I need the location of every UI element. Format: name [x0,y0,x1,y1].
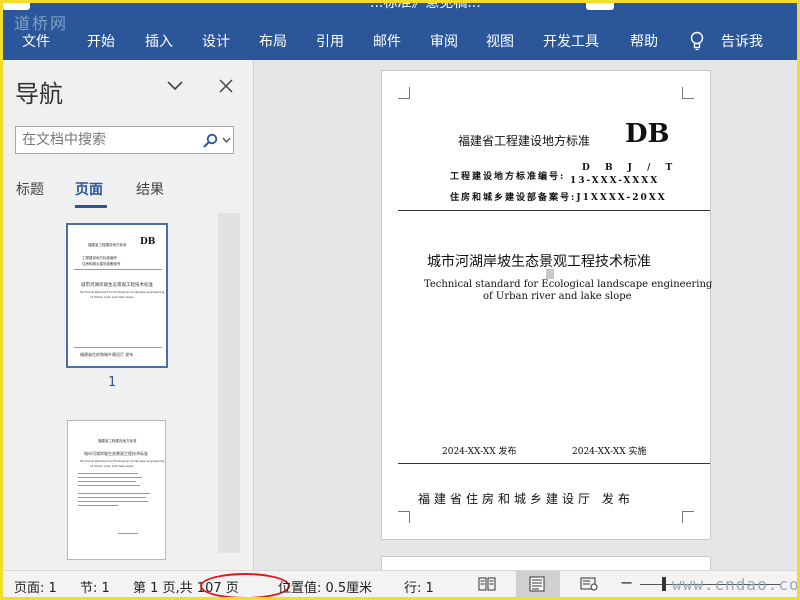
watermark-logo: 道桥网 [14,14,69,33]
document-title-english-line1: Technical standard for Ecological landsc… [424,279,713,290]
tab-layout[interactable]: 布局 [259,31,287,51]
implementation-date: 2024-XX-XX 实施 [572,447,647,457]
thumb2-line4: of Urban river and lake slope [90,464,134,468]
horizontal-rule [398,463,710,464]
thumb2-text-line [78,497,146,498]
crop-mark [398,511,410,523]
watermark-url: www.cndao.com [672,575,800,594]
document-title-english-line2: of Urban river and lake slope [483,291,632,302]
tab-results[interactable]: 结果 [136,179,164,199]
thumbnail-page-number: 1 [108,375,117,390]
zoom-slider-thumb[interactable] [662,577,666,591]
record-number: 住房和城乡建设部备案号:J1XXXX-20XX [450,190,667,203]
standard-code-label: 工程建设地方标准编号: [450,172,566,182]
tell-me-search[interactable]: 告诉我 [721,31,763,51]
issuing-authority: 福建省住房和城乡建设厅 发布 [418,492,634,506]
thumb-header: 福建省工程建设地方标准 [88,243,127,247]
document-page[interactable]: 福建省工程建设地方标准 DB 工程建设地方标准编号: D B J / T 13-… [381,70,713,540]
tab-help[interactable]: 帮助 [630,31,658,51]
thumb-db: DB [140,237,156,247]
tab-design[interactable]: 设计 [202,31,230,51]
thumb2-line3: Technical standard for Ecological landsc… [80,459,165,463]
thumb2-line2: 城市河湖岸坡生态景观工程技术标准 [84,451,148,456]
record-label: 住房和城乡建设部备案号: [450,193,577,203]
chevron-down-icon[interactable] [166,80,184,92]
thumb2-text-line [78,485,140,486]
standard-code-number: 13-XXX-XXXX [570,176,660,186]
search-input[interactable] [22,131,192,149]
thumb2-text-line [78,481,136,482]
thumb2-text-line [118,533,138,534]
standard-category: 福建省工程建设地方标准 [458,134,591,148]
nav-search-box [15,126,234,154]
thumb-en2: of Urban river and lake slope [90,295,134,299]
page-thumbnail-1[interactable]: 福建省工程建设地方标准 DB 工程建设地方标准编号 住房和城乡建设部备案号 城市… [66,223,168,368]
thumb-issuer: 福建省住房和城乡建设厅 发布 [80,352,134,357]
crop-mark [682,87,694,99]
thumb-record-label: 住房和城乡建设部备案号 [82,262,121,266]
tab-insert[interactable]: 插入 [145,31,173,51]
search-icon[interactable] [202,133,218,149]
tab-headings[interactable]: 标题 [16,179,44,199]
document-title-chinese: 城市河湖岸坡生态景观工程技术标准 [427,254,651,270]
tab-mailings[interactable]: 邮件 [373,31,401,51]
tab-pages[interactable]: 页面 [75,179,103,199]
thumb2-line1: 福建省工程建设地方标准 [98,439,137,443]
thumb-en1: Technical standard for Ecological landsc… [80,290,165,294]
tab-file[interactable]: 文件 [22,31,50,51]
nav-pane-title: 导航 [15,80,63,108]
thumb2-text-line [78,473,138,474]
tab-references[interactable]: 引用 [316,31,344,51]
tab-developer[interactable]: 开发工具 [543,31,599,51]
thumb2-text-line [78,477,142,478]
tab-home[interactable]: 开始 [87,31,115,51]
ribbon-tabs: 文件 开始 插入 设计 布局 引用 邮件 审阅 视图 开发工具 帮助 告诉我 [0,22,800,60]
search-options-chevron-icon[interactable] [222,137,231,144]
highlight-ellipse [200,573,290,599]
status-section[interactable]: 节: 1 [80,577,110,596]
document-page-2[interactable] [381,556,711,570]
record-value: J1XXXX-20XX [576,193,667,203]
active-tab-indicator [75,205,107,208]
thumbnail-scrollbar[interactable] [218,213,240,553]
status-position[interactable]: 位置值: 0.5厘米 [278,577,372,596]
thumb2-text-line [78,501,148,502]
thumb2-text-line [78,505,118,506]
tab-review[interactable]: 审阅 [430,31,458,51]
crop-mark [682,511,694,523]
thumb-title: 城市河湖岸坡生态景观工程技术标准 [81,283,153,288]
thumb-code-label: 工程建设地方标准编号 [82,256,117,260]
account-button[interactable] [586,0,614,10]
zoom-out-button[interactable]: − [620,573,633,592]
thumb2-text-line [78,493,150,494]
title-bar: ...标准》意见稿... [0,0,800,22]
thumb-rule [74,347,162,348]
navigation-pane: 导航 标题 页面 结果 福建省工程建设地方标准 DB 工程建设地方标准编号 住房… [4,60,254,570]
print-layout-icon[interactable] [528,576,546,592]
standard-db-mark: DB [625,119,670,149]
quick-access-icon[interactable] [2,0,30,10]
text-cursor [546,269,554,279]
close-icon[interactable] [219,79,233,93]
tab-view[interactable]: 视图 [486,31,514,51]
thumb-rule [74,269,162,270]
page-thumbnail-2[interactable]: 福建省工程建设地方标准 城市河湖岸坡生态景观工程技术标准 Technical s… [67,420,166,560]
status-bar: 页面: 1 节: 1 第 1 页,共 107 页 位置值: 0.5厘米 行: 1… [0,570,800,600]
horizontal-rule [398,210,710,211]
window-title: ...标准》意见稿... [370,0,481,11]
web-layout-icon[interactable] [580,577,598,591]
standard-code-prefix: D B J / T [582,163,679,173]
crop-mark [398,87,410,99]
document-canvas[interactable]: 福建省工程建设地方标准 DB 工程建设地方标准编号: D B J / T 13-… [255,60,800,570]
read-mode-icon[interactable] [478,577,496,591]
status-page[interactable]: 页面: 1 [14,577,57,596]
issue-date: 2024-XX-XX 发布 [442,447,517,457]
status-line[interactable]: 行: 1 [404,577,434,596]
lightbulb-icon[interactable] [688,31,706,51]
